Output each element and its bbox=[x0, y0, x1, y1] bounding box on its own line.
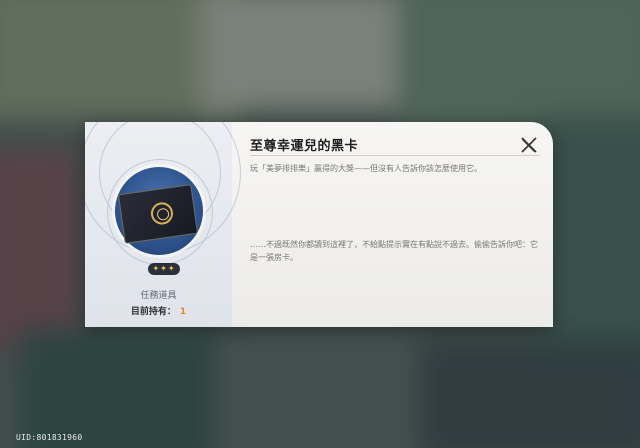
item-flavor-text: ……不過既然你都讀到這裡了，不給點提示實在有點說不過去。偷偷告訴你吧：它是一張房… bbox=[250, 240, 538, 262]
owned-label: 目前持有： bbox=[130, 307, 176, 317]
player-uid: UID:801831960 bbox=[16, 433, 83, 442]
title-divider bbox=[250, 155, 540, 156]
owned-count-row: 目前持有： 1 bbox=[85, 304, 232, 317]
item-type-label: 任務道具 bbox=[140, 291, 177, 301]
item-title: 至尊幸運兒的黑卡 bbox=[250, 139, 359, 154]
item-detail-dialog: ✦✦✦ 任務道具 目前持有： 1 至尊幸運兒的黑卡 玩「美夢排排樂」贏得的大獎——… bbox=[85, 122, 553, 327]
rarity-stars: ✦✦✦ bbox=[148, 263, 180, 275]
item-description: 玩「美夢排排樂」贏得的大獎——但沒有人告訴你該怎麼使用它。 bbox=[250, 164, 482, 173]
black-card-icon bbox=[117, 184, 199, 244]
owned-count: 1 bbox=[179, 307, 187, 317]
item-preview-panel: ✦✦✦ 任務道具 目前持有： 1 bbox=[85, 122, 241, 327]
card-emblem bbox=[149, 201, 175, 226]
close-icon bbox=[521, 137, 537, 153]
close-button[interactable] bbox=[519, 135, 539, 155]
